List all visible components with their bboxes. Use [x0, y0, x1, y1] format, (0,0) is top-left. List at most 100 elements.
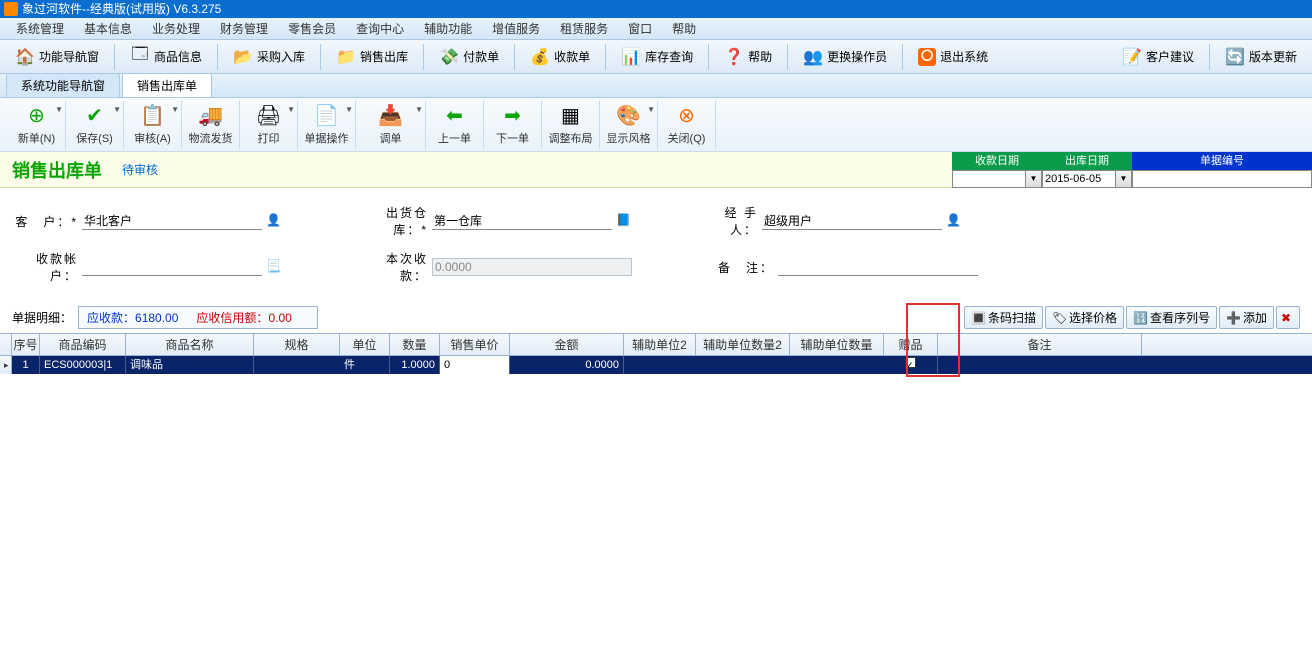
cell-price[interactable]: 0 — [440, 356, 510, 374]
person-icon[interactable]: 👤 — [266, 213, 282, 229]
cell-amount[interactable]: 0.0000 — [510, 356, 624, 374]
col-code[interactable]: 商品编码 — [40, 334, 126, 355]
payment-button[interactable]: 💸付款单 — [430, 44, 508, 70]
select-price-button[interactable]: 🏷选择价格 — [1045, 306, 1124, 329]
col-spec[interactable]: 规格 — [254, 334, 340, 355]
customer-input[interactable] — [82, 213, 262, 230]
cell-code[interactable]: ECS000003|1 — [40, 356, 126, 374]
col-auxqty2[interactable]: 辅助单位数量2 — [696, 334, 790, 355]
sale-out-button[interactable]: 📁销售出库 — [327, 44, 417, 70]
receivable-text: 应收款：6180.00 — [87, 309, 178, 326]
doc-op-button[interactable]: ▼📄单据操作 — [298, 101, 356, 149]
dropdown-icon[interactable]: ▼ — [1025, 171, 1041, 187]
table-row[interactable]: ▸ 1 ECS000003|1 调味品 件 1.0000 0 0.0000 — [0, 356, 1312, 374]
nav-window-button[interactable]: 🏠功能导航窗 — [6, 44, 108, 70]
tab-sale-out[interactable]: 销售出库单 — [122, 73, 212, 97]
menu-item[interactable]: 零售会员 — [278, 20, 346, 37]
switch-user-button[interactable]: 👥更换操作员 — [794, 44, 896, 70]
account-input[interactable] — [82, 259, 262, 276]
chevron-down-icon: ▼ — [171, 105, 179, 114]
purchase-in-button[interactable]: 📂采购入库 — [224, 44, 314, 70]
handler-input[interactable] — [762, 213, 942, 230]
cell-qty[interactable]: 1.0000 — [390, 356, 440, 374]
receipt-date-input[interactable] — [953, 173, 1025, 185]
cell-gift[interactable] — [884, 356, 938, 374]
separator — [708, 44, 709, 70]
person-icon[interactable]: 👤 — [946, 213, 962, 229]
style-icon: 🎨 — [617, 104, 641, 128]
thispay-input[interactable] — [432, 258, 632, 276]
date-boxes: 收款日期 ▼ 出库日期 ▼ 单据编号 — [952, 152, 1312, 188]
user-switch-icon: 👥 — [803, 47, 823, 67]
product-info-button[interactable]: 🗔商品信息 — [121, 44, 211, 70]
help-button[interactable]: ❓帮助 — [715, 44, 781, 70]
tab-nav-window[interactable]: 系统功能导航窗 — [6, 73, 120, 97]
col-qty[interactable]: 数量 — [390, 334, 440, 355]
chevron-down-icon: ▼ — [415, 105, 423, 114]
barcode-icon: 🔳 — [971, 311, 985, 325]
warehouse-input[interactable] — [432, 213, 612, 230]
stock-query-button[interactable]: 📊库存查询 — [612, 44, 702, 70]
quit-button[interactable]: ⭘退出系统 — [909, 45, 997, 69]
suggestion-button[interactable]: 📝客户建议 — [1113, 44, 1203, 70]
audit-button[interactable]: ▼📋审核(A) — [124, 101, 182, 149]
menu-item[interactable]: 查询中心 — [346, 20, 414, 37]
view-serial-button[interactable]: 🔢查看序列号 — [1126, 306, 1217, 329]
col-aux2[interactable]: 辅助单位2 — [624, 334, 696, 355]
ship-button[interactable]: 🚚物流发货 — [182, 101, 240, 149]
stock-icon: 📊 — [621, 47, 641, 67]
price-icon: 🏷 — [1052, 311, 1066, 325]
separator — [114, 44, 115, 70]
menu-item[interactable]: 增值服务 — [482, 20, 550, 37]
receipt-button[interactable]: 💰收款单 — [521, 44, 599, 70]
col-auxqty[interactable]: 辅助单位数量 — [790, 334, 884, 355]
doc-no-header: 单据编号 — [1132, 152, 1312, 170]
menu-item[interactable]: 窗口 — [618, 20, 662, 37]
layout-icon: ▦ — [559, 104, 583, 128]
out-date-input[interactable] — [1043, 173, 1115, 185]
main-toolbar: 🏠功能导航窗 🗔商品信息 📂采购入库 📁销售出库 💸付款单 💰收款单 📊库存查询… — [0, 40, 1312, 74]
save-button[interactable]: ▼✔保存(S) — [66, 101, 124, 149]
doc-no-input[interactable] — [1133, 173, 1293, 185]
col-amount[interactable]: 金额 — [510, 334, 624, 355]
thispay-field: 本次收款： — [362, 250, 632, 284]
menu-item[interactable]: 财务管理 — [210, 20, 278, 37]
col-remark[interactable]: 备注 — [938, 334, 1142, 355]
barcode-scan-button[interactable]: 🔳条码扫描 — [964, 306, 1043, 329]
layout-button[interactable]: ▦调整布局 — [542, 101, 600, 149]
refresh-icon: 🔄 — [1225, 47, 1245, 67]
menu-item[interactable]: 租赁服务 — [550, 20, 618, 37]
update-button[interactable]: 🔄版本更新 — [1216, 44, 1306, 70]
cell-name[interactable]: 调味品 — [126, 356, 254, 374]
delete-button[interactable]: ✖ — [1276, 306, 1300, 329]
add-button[interactable]: ➕添加 — [1219, 306, 1274, 329]
cell-unit[interactable]: 件 — [340, 356, 390, 374]
title-bar: 象过河软件--经典版(试用版) V6.3.275 — [0, 0, 1312, 18]
menu-item[interactable]: 辅助功能 — [414, 20, 482, 37]
document-title: 销售出库单 — [12, 157, 102, 183]
menu-item[interactable]: 系统管理 — [6, 20, 74, 37]
gift-checkbox[interactable] — [905, 357, 916, 368]
book-icon[interactable]: 📘 — [616, 213, 632, 229]
close-button[interactable]: ⊗关闭(Q) — [658, 101, 716, 149]
next-doc-button[interactable]: ➡下一单 — [484, 101, 542, 149]
fetch-doc-button[interactable]: ▼📥调单 — [356, 101, 426, 149]
print-button[interactable]: ▼🖨打印 — [240, 101, 298, 149]
prev-doc-button[interactable]: ⬅上一单 — [426, 101, 484, 149]
menu-item[interactable]: 帮助 — [662, 20, 706, 37]
col-name[interactable]: 商品名称 — [126, 334, 254, 355]
add-icon: ➕ — [1226, 311, 1240, 325]
remark-input[interactable] — [778, 259, 978, 276]
list-icon[interactable]: 📃 — [266, 259, 282, 275]
col-price[interactable]: 销售单价 — [440, 334, 510, 355]
style-button[interactable]: ▼🎨显示风格 — [600, 101, 658, 149]
dropdown-icon[interactable]: ▼ — [1115, 171, 1131, 187]
menu-item[interactable]: 基本信息 — [74, 20, 142, 37]
menu-item[interactable]: 业务处理 — [142, 20, 210, 37]
col-unit[interactable]: 单位 — [340, 334, 390, 355]
close-icon: ⊗ — [675, 104, 699, 128]
cell-seq[interactable]: 1 — [12, 356, 40, 374]
new-doc-button[interactable]: ▼⊕新单(N) — [8, 101, 66, 149]
col-seq[interactable]: 序号 — [12, 334, 40, 355]
col-gift[interactable]: 赠品 — [884, 334, 938, 355]
